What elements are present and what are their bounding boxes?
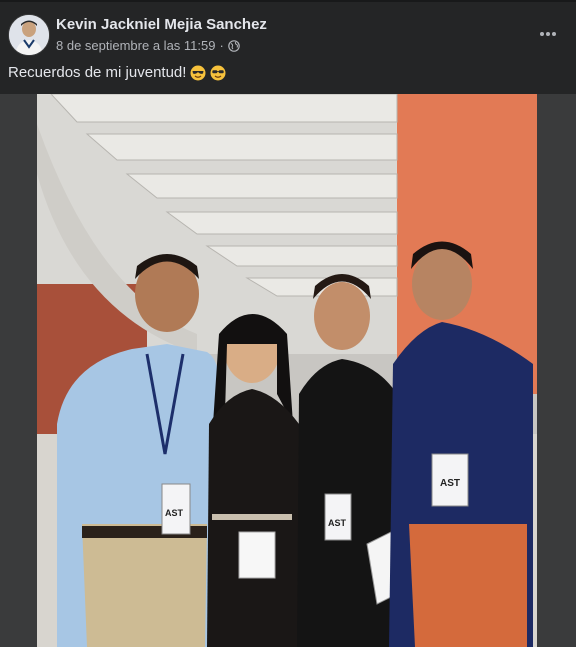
post-meta: 8 de septiembre a las 11:59 ·	[56, 38, 240, 53]
badge-label-1: AST	[165, 508, 183, 518]
author-name[interactable]: Kevin Jackniel Mejia Sanchez	[56, 16, 267, 33]
meta-separator: ·	[219, 38, 224, 53]
top-divider	[0, 0, 576, 2]
more-horizontal-icon	[540, 32, 556, 36]
face-with-heart-eyes-emoji	[210, 65, 226, 80]
author-avatar[interactable]	[8, 14, 50, 56]
post-photo[interactable]: AST AST AST	[37, 94, 537, 647]
badge-label-3: AST	[440, 478, 460, 489]
more-options-button[interactable]	[536, 22, 560, 46]
badge-label-2: AST	[328, 518, 346, 528]
caption-text: Recuerdos de mi juventud!	[8, 64, 187, 81]
post-timestamp[interactable]: 8 de septiembre a las 11:59	[56, 38, 215, 53]
facebook-post: Kevin Jackniel Mejia Sanchez 8 de septie…	[0, 0, 576, 647]
post-photo-frame: AST AST AST	[0, 94, 576, 647]
group-photo-image	[37, 94, 537, 647]
globe-icon[interactable]	[228, 39, 240, 52]
post-caption: Recuerdos de mi juventud!	[8, 64, 226, 81]
smiling-face-with-sunglasses-emoji	[190, 65, 206, 80]
avatar-image	[9, 15, 49, 55]
post-header: Kevin Jackniel Mejia Sanchez 8 de septie…	[0, 8, 576, 58]
